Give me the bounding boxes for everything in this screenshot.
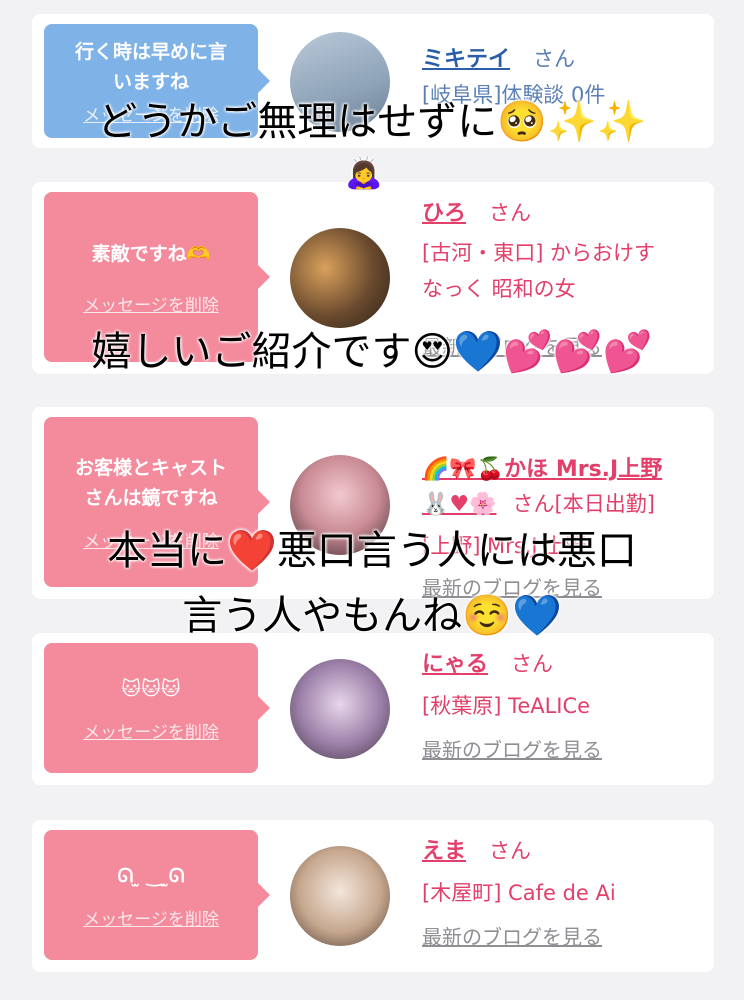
avatar[interactable]: [290, 659, 390, 759]
user-name-link[interactable]: ミキテイ: [422, 47, 510, 72]
delete-message-link[interactable]: メッセージを削除: [83, 527, 219, 552]
message-text: 🐱🐱🐱: [121, 677, 181, 700]
user-info: ひろ さん [古河・東口] からおけす なっく 昭和の女 最新のブログを見る: [422, 196, 704, 360]
user-location: [岐阜県]体験談 0件: [422, 83, 606, 107]
latest-blog-link[interactable]: 最新のブログを見る: [422, 331, 704, 360]
message-card: 素敵ですね🫶 メッセージを削除 ひろ さん [古河・東口] からおけす なっく …: [32, 182, 714, 374]
user-name-link[interactable]: にゃる: [422, 652, 488, 677]
avatar[interactable]: [290, 846, 390, 946]
latest-blog-link[interactable]: 最新のブログを見る: [422, 921, 704, 950]
user-info: にゃる さん [秋葉原] TeALICe 最新のブログを見る: [422, 647, 704, 763]
message-text: ᘏ ̫ ‿ ̫ᘏ: [117, 864, 185, 887]
message-bubble: 行く時は早めに言 いますね メッセージを削除: [44, 24, 270, 138]
message-card: お客様とキャスト さんは鏡ですね メッセージを削除 🌈🎀🍒かほ Mrs.J上野 …: [32, 407, 714, 601]
user-info: ミキテイ さん [岐阜県]体験談 0件: [422, 42, 704, 113]
message-bubble: お客様とキャスト さんは鏡ですね メッセージを削除: [44, 417, 270, 587]
delete-message-link[interactable]: メッセージを削除: [83, 718, 219, 743]
user-info: えま さん [木屋町] Cafe de Ai 最新のブログを見る: [422, 834, 704, 950]
user-location: [上野] Mrs.J 上野: [422, 534, 587, 558]
honorific: さん[本日出勤]: [512, 492, 655, 516]
avatar[interactable]: [290, 32, 390, 132]
message-text: 行く時は早めに言 いますね: [74, 40, 227, 93]
user-name-link[interactable]: ひろ: [422, 201, 466, 226]
message-bubble: ᘏ ̫ ‿ ̫ᘏ メッセージを削除: [44, 830, 270, 960]
delete-message-link[interactable]: メッセージを削除: [83, 101, 219, 126]
message-card: 行く時は早めに言 いますね メッセージを削除 ミキテイ さん [岐阜県]体験談 …: [32, 14, 714, 148]
user-name-link[interactable]: えま: [422, 839, 466, 864]
honorific: さん: [489, 839, 532, 863]
message-card: 🐱🐱🐱 メッセージを削除 にゃる さん [秋葉原] TeALICe 最新のブログ…: [32, 633, 714, 785]
message-bubble: 素敵ですね🫶 メッセージを削除: [44, 192, 270, 362]
honorific: さん: [511, 652, 554, 676]
user-location: [古河・東口] からおけす なっく 昭和の女: [422, 241, 656, 301]
message-bubble: 🐱🐱🐱 メッセージを削除: [44, 643, 270, 773]
user-info: 🌈🎀🍒かほ Mrs.J上野 🐰♥🌸 さん[本日出勤] [上野] Mrs.J 上野 …: [422, 419, 704, 601]
delete-message-link[interactable]: メッセージを削除: [83, 291, 219, 316]
avatar[interactable]: [290, 228, 390, 328]
user-location: [秋葉原] TeALICe: [422, 694, 591, 718]
avatar[interactable]: [290, 455, 390, 555]
user-location: [木屋町] Cafe de Ai: [422, 881, 616, 905]
message-text: 素敵ですね🫶: [91, 242, 211, 265]
latest-blog-link[interactable]: 最新のブログを見る: [422, 734, 704, 763]
message-card: ᘏ ̫ ‿ ̫ᘏ メッセージを削除 えま さん [木屋町] Cafe de Ai…: [32, 820, 714, 972]
honorific: さん: [533, 47, 576, 71]
latest-blog-link[interactable]: 最新のブログを見る: [422, 572, 704, 601]
message-text: お客様とキャスト さんは鏡ですね: [74, 456, 227, 509]
delete-message-link[interactable]: メッセージを削除: [83, 905, 219, 930]
honorific: さん: [489, 201, 532, 225]
